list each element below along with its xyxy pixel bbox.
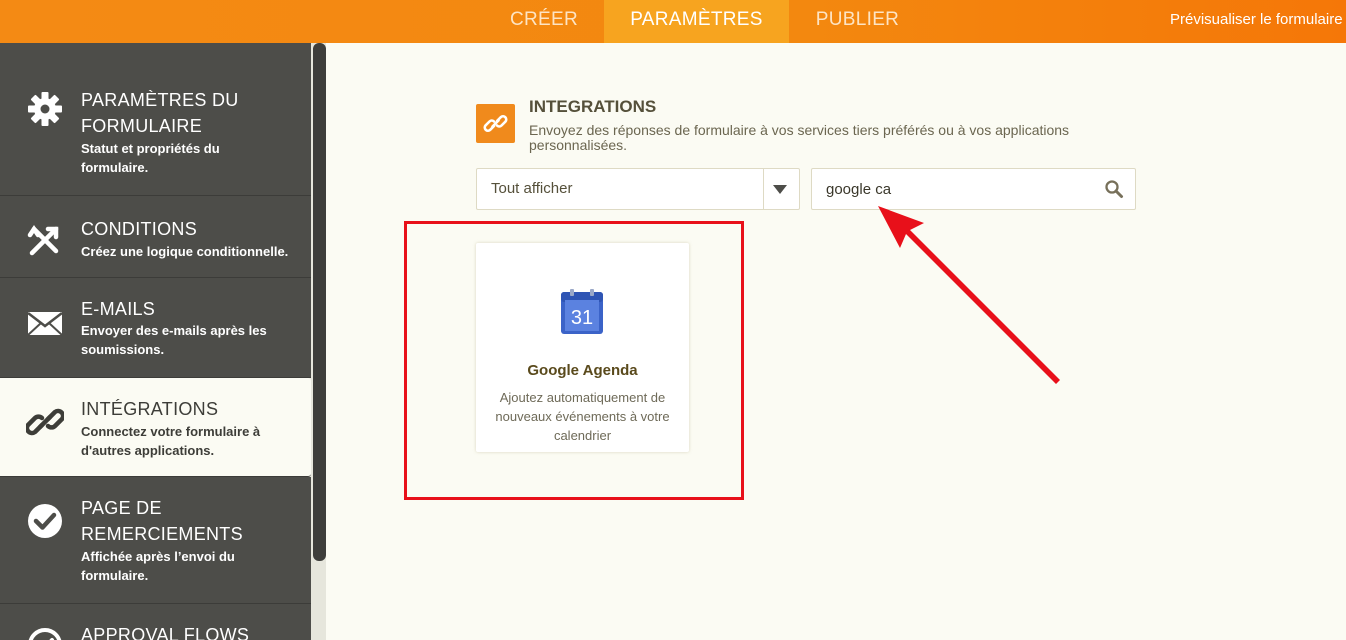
category-filter-select[interactable]: Tout afficher xyxy=(476,168,800,210)
annotation-arrow-icon xyxy=(878,206,1060,384)
tab-creer[interactable]: CRÉER xyxy=(484,0,604,43)
search-icon[interactable] xyxy=(1104,179,1124,199)
category-filter-value: Tout afficher xyxy=(491,180,573,197)
gear-icon xyxy=(28,92,62,126)
sidebar-item-title: PARAMÈTRES DU FORMULAIRE xyxy=(81,90,239,136)
sidebar-item-desc: Affichée après l’envoi du formulaire. xyxy=(81,549,235,583)
sidebar-item-title: PAGE DE REMERCIEMENTS xyxy=(81,498,243,544)
preview-form-link[interactable]: Prévisualiser le formulaire xyxy=(1170,0,1343,40)
sidebar-item-desc: Créez une logique conditionnelle. xyxy=(81,244,289,259)
envelope-icon xyxy=(27,312,63,336)
sidebar-item-title: E-MAILS xyxy=(81,299,156,319)
page-description: Envoyez des réponses de formulaire à vos… xyxy=(529,122,1070,153)
conditions-icon xyxy=(27,224,59,256)
sidebar-item-title: APPROVAL FLOWS xyxy=(81,625,250,640)
dropdown-arrow-icon[interactable] xyxy=(773,185,787,194)
sidebar-item-form-settings[interactable]: PARAMÈTRES DU FORMULAIRE Statut et propr… xyxy=(0,43,311,196)
sidebar-scrollbar-thumb[interactable] xyxy=(313,43,326,561)
annotation-highlight-box xyxy=(404,221,744,500)
sidebar-item-desc: Envoyer des e-mails après les soumission… xyxy=(81,323,267,357)
top-nav-bar: CRÉER PARAMÈTRES PUBLIER Prévisualiser l… xyxy=(0,0,1346,43)
integrations-header-icon xyxy=(476,104,515,143)
checkmark-icon xyxy=(28,504,62,538)
tab-parametres[interactable]: PARAMÈTRES xyxy=(604,0,789,43)
sidebar-item-desc: Connectez votre formulaire à d'autres ap… xyxy=(81,424,261,458)
link-icon xyxy=(483,115,508,132)
sidebar-item-approval-flows[interactable]: APPROVAL FLOWS xyxy=(0,604,311,640)
sidebar-item-title: CONDITIONS xyxy=(81,219,198,239)
sidebar-item-integrations[interactable]: INTÉGRATIONS Connectez votre formulaire … xyxy=(0,378,311,477)
tab-publier[interactable]: PUBLIER xyxy=(789,0,926,43)
settings-sidebar: PARAMÈTRES DU FORMULAIRE Statut et propr… xyxy=(0,43,326,640)
link-icon xyxy=(26,408,64,436)
sidebar-item-emails[interactable]: E-MAILS Envoyer des e-mails après les so… xyxy=(0,278,311,378)
select-divider xyxy=(763,169,764,209)
page-title: INTEGRATIONS xyxy=(529,97,657,116)
sidebar-item-title: INTÉGRATIONS xyxy=(81,399,219,419)
sidebar-item-desc: Statut et propriétés du formulaire. xyxy=(81,141,220,175)
sidebar-item-conditions[interactable]: CONDITIONS Créez une logique conditionne… xyxy=(0,196,311,278)
approval-icon xyxy=(28,628,62,640)
sidebar-item-thank-you-page[interactable]: PAGE DE REMERCIEMENTS Affichée après l’e… xyxy=(0,477,311,604)
